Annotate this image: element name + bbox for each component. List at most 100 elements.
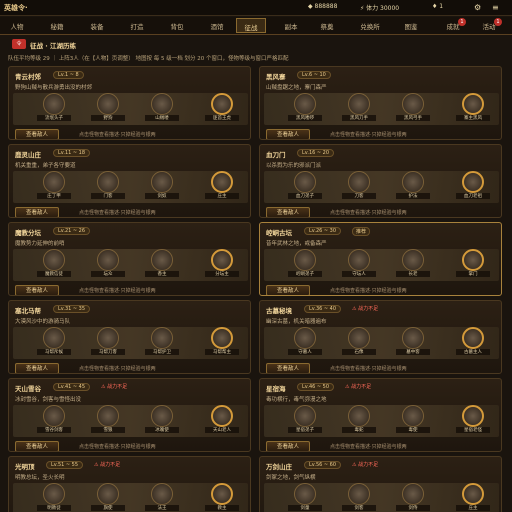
nav-tab[interactable]: 副本 <box>276 21 306 31</box>
nav-tab[interactable]: 图鉴 <box>396 21 426 31</box>
view-enemies-button[interactable]: 查看敌人 <box>15 285 59 295</box>
nav-tab[interactable]: 祭奠 <box>312 21 342 31</box>
enemy-avatar[interactable] <box>402 93 424 115</box>
enemy-avatar[interactable] <box>348 249 370 271</box>
menu-icon[interactable]: ≡ <box>492 3 499 12</box>
enemy-avatar[interactable] <box>402 327 424 349</box>
nav-tab[interactable]: 秘籍 <box>42 21 72 31</box>
section-header: 令 征战 · 江湖历练 <box>8 39 504 51</box>
map-card[interactable]: 天山雪谷 Lv.41 ~ 45 ⚠ 战力不足 冰封雪谷，剑客与雪怪出没 雪谷剑客 雪狼 冰魄… <box>8 378 251 452</box>
view-enemies-button[interactable]: 查看敌人 <box>15 363 59 373</box>
enemy-avatar[interactable] <box>294 171 316 193</box>
enemy-avatar[interactable] <box>151 93 173 115</box>
boss-avatar[interactable] <box>211 327 233 349</box>
map-card[interactable]: 青云村郊 Lv.1 ~ 8 野狗山贼与散兵游勇出没的村郊 流氓头子 野狗 山贼喽 匪首王虎查… <box>8 66 251 140</box>
enemy-avatar[interactable] <box>294 405 316 427</box>
enemy-avatar[interactable] <box>43 327 65 349</box>
nav-tab[interactable]: 人物 <box>2 21 32 31</box>
view-enemies-button[interactable]: 查看敌人 <box>266 207 310 217</box>
view-enemies-button[interactable]: 查看敌人 <box>266 285 310 295</box>
map-description: 魔教势力延伸的前哨 <box>15 241 65 247</box>
enemy-avatar[interactable] <box>294 249 316 271</box>
map-card[interactable]: 黑风寨 Lv.6 ~ 10 山贼盘踞之地，寨门森严 黑风喽啰 黑风刀手 黑风弓手 寨主黑风查… <box>259 66 502 140</box>
map-card[interactable]: 崆峒古坛 Lv.26 ~ 30 推荐 昔年武林之地，戒备森严 崆峒弟子 守坛人 长老 掌门 查看… <box>259 222 502 296</box>
enemy-avatar[interactable] <box>294 327 316 349</box>
enemy-avatar[interactable] <box>43 483 65 505</box>
map-card[interactable]: 塞北马帮 Lv.31 ~ 35 大漠风沙中的游骑马队 马帮斥候 马帮刀客 马帮护卫 马帮帮主… <box>8 300 251 374</box>
map-card[interactable]: 古墓秘境 Lv.36 ~ 40 ⚠ 战力不足 幽深古墓，机关暗器遍布 守墓人 石像 墓中客 古… <box>259 300 502 374</box>
enemy-avatar[interactable] <box>402 405 424 427</box>
enemy-avatar[interactable] <box>151 249 173 271</box>
enemy-avatar[interactable] <box>294 483 316 505</box>
enemy-avatar[interactable] <box>97 483 119 505</box>
nav-tab[interactable]: 酒馆 <box>202 21 232 31</box>
map-card[interactable]: 血刀门 Lv.16 ~ 20 以杀戮为乐的邪派门派 血刀弟子 刀客 护法 血刀老祖 查看敌人 点… <box>259 144 502 218</box>
boss-avatar[interactable] <box>211 93 233 115</box>
view-enemies-button[interactable]: 查看敌人 <box>266 129 310 139</box>
enemy-avatar[interactable] <box>151 171 173 193</box>
enemy-name: 坛众 <box>91 271 125 277</box>
boss-avatar[interactable] <box>211 171 233 193</box>
enemy-avatar[interactable] <box>43 249 65 271</box>
enemy-avatar[interactable] <box>402 249 424 271</box>
map-card[interactable]: 魔教分坛 Lv.21 ~ 26 魔教势力延伸的前哨 魔教信徒 坛众 香主 分坛主 查看敌人 点击… <box>8 222 251 296</box>
enemy-avatar[interactable] <box>402 483 424 505</box>
enemy-avatar[interactable] <box>294 93 316 115</box>
enemy-avatar[interactable] <box>97 171 119 193</box>
view-enemies-button[interactable]: 查看敌人 <box>15 129 59 139</box>
nav-tab[interactable]: 兑换所 <box>352 21 388 31</box>
view-enemies-button[interactable]: 查看敌人 <box>266 441 310 451</box>
map-name: 魔教分坛 <box>15 229 41 237</box>
view-enemies-button[interactable]: 查看敌人 <box>15 441 59 451</box>
map-hint: 点击怪物查看描述·只掉经验与银两 <box>330 444 407 450</box>
map-description: 以杀戮为乐的邪派门派 <box>266 163 322 169</box>
map-card[interactable]: 光明顶Lv.51 ~ 55⚠ 战力不足明教总坛，圣火长明明教徒旗使法王教主查看敌… <box>8 456 251 512</box>
nav-tab[interactable]: 装备 <box>82 21 112 31</box>
boss-avatar[interactable] <box>462 249 484 271</box>
view-enemies-button[interactable]: 查看敌人 <box>266 363 310 373</box>
enemy-avatar[interactable] <box>151 483 173 505</box>
boss-avatar[interactable] <box>462 327 484 349</box>
enemy-avatar[interactable] <box>43 171 65 193</box>
nav-tab[interactable]: 活动 1 <box>474 18 504 31</box>
level-range: Lv.11 ~ 18 <box>53 149 91 157</box>
boss-avatar[interactable] <box>462 171 484 193</box>
gold-counter: ◆ 888888 <box>308 3 338 10</box>
enemy-avatar[interactable] <box>97 327 119 349</box>
enemy-avatar[interactable] <box>151 405 173 427</box>
view-enemies-button[interactable]: 查看敌人 <box>15 207 59 217</box>
enemy-avatar[interactable] <box>43 405 65 427</box>
level-range: Lv.36 ~ 40 <box>304 305 342 313</box>
enemy-avatar[interactable] <box>97 93 119 115</box>
enemy-avatar[interactable] <box>151 327 173 349</box>
boss-avatar[interactable] <box>211 405 233 427</box>
enemy-avatar[interactable] <box>97 249 119 271</box>
enemy-avatar[interactable] <box>402 171 424 193</box>
nav-tab[interactable]: 征战 <box>236 18 266 33</box>
map-hint: 点击怪物查看描述·只掉经验与银两 <box>330 288 407 294</box>
boss-avatar[interactable] <box>462 483 484 505</box>
nav-tab[interactable]: 成就 1 <box>438 18 468 31</box>
enemy-avatar[interactable] <box>348 327 370 349</box>
enemy-avatar[interactable] <box>97 405 119 427</box>
boss-avatar[interactable] <box>462 93 484 115</box>
nav-tab[interactable]: 背包 <box>162 21 192 31</box>
enemy-avatar[interactable] <box>348 171 370 193</box>
map-card[interactable]: 鹿灵山庄 Lv.11 ~ 18 机关重重，弟子各守要道 庄丁甲 门客 剑奴 庄主 查看敌人 点击… <box>8 144 251 218</box>
map-card[interactable]: 万剑山庄Lv.56 ~ 60⚠ 战力不足剑冢之地，剑气纵横剑童剑客剑侍庄主查看敌… <box>259 456 502 512</box>
boss-avatar[interactable] <box>211 249 233 271</box>
enemy-avatar[interactable] <box>348 405 370 427</box>
map-name: 塞北马帮 <box>15 307 41 315</box>
settings-icon[interactable]: ⚙ <box>474 3 481 12</box>
enemy-name: 山贼喽 <box>145 115 179 121</box>
boss-avatar[interactable] <box>211 483 233 505</box>
boss-avatar[interactable] <box>462 405 484 427</box>
enemy-name: 黑风刀手 <box>342 115 376 121</box>
enemy-avatar[interactable] <box>348 93 370 115</box>
nav-tab-label: 副本 <box>284 23 298 31</box>
map-name: 黑风寨 <box>266 73 286 81</box>
enemy-avatar[interactable] <box>348 483 370 505</box>
nav-tab[interactable]: 打造 <box>122 21 152 31</box>
map-card[interactable]: 星宿海 Lv.46 ~ 50 ⚠ 战力不足 毒功横行，毒气弥漫之地 星宿弟子 毒蛇 毒使 星宿… <box>259 378 502 452</box>
enemy-avatar[interactable] <box>43 93 65 115</box>
